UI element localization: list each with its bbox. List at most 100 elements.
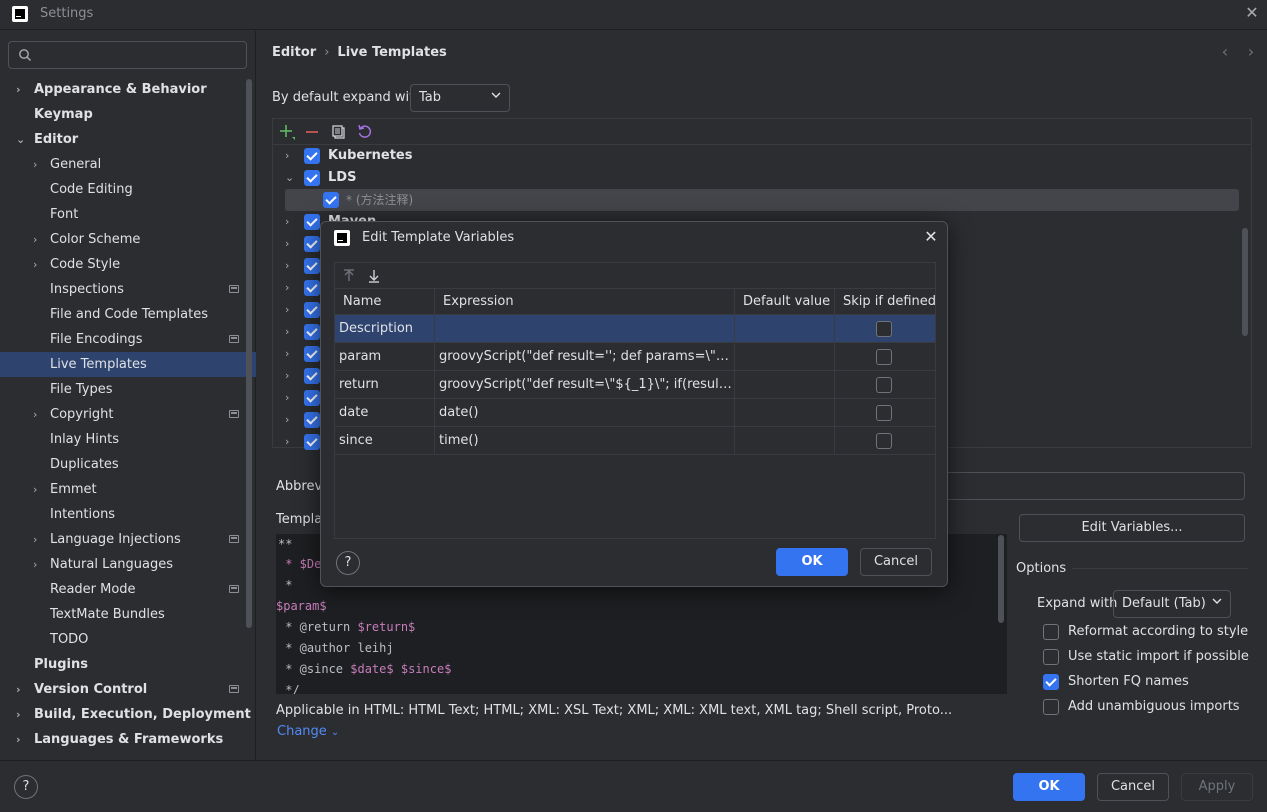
sidebar-item-code-editing[interactable]: Code Editing — [0, 177, 256, 202]
template-group-checkbox[interactable] — [304, 148, 320, 164]
forward-arrow-icon[interactable]: › — [1243, 42, 1259, 62]
sidebar-item-copyright[interactable]: › Copyright — [0, 402, 256, 427]
breadcrumb-parent[interactable]: Editor — [272, 45, 316, 60]
template-group-checkbox[interactable] — [304, 280, 320, 296]
sidebar-item-language-injections[interactable]: › Language Injections — [0, 527, 256, 552]
help-button[interactable]: ? — [14, 775, 38, 799]
sidebar-item-version-control[interactable]: › Version Control — [0, 677, 256, 702]
template-group-checkbox[interactable] — [304, 214, 320, 230]
back-arrow-icon[interactable]: ‹ — [1217, 42, 1233, 62]
shorten-fq-checkbox[interactable] — [1043, 674, 1059, 690]
variable-row-since[interactable]: since time() — [335, 427, 935, 455]
restore-icon[interactable] — [356, 123, 374, 141]
sidebar-item-todo[interactable]: TODO — [0, 627, 256, 652]
variable-expression[interactable]: groovyScript("def result=\"${_1}\"; if(r… — [435, 371, 735, 399]
template-group-kubernetes[interactable]: › Kubernetes — [273, 145, 1251, 167]
column-header-default-value[interactable]: Default value — [735, 289, 835, 315]
skip-if-defined-checkbox[interactable] — [876, 377, 892, 393]
templates-scrollbar[interactable] — [1242, 228, 1248, 336]
variable-default[interactable] — [735, 315, 835, 343]
sidebar-item-natural-languages[interactable]: › Natural Languages — [0, 552, 256, 577]
expand-with-select[interactable]: Tab — [410, 84, 510, 112]
template-group-checkbox[interactable] — [304, 236, 320, 252]
add-icon[interactable] — [278, 123, 296, 141]
skip-if-defined-checkbox[interactable] — [876, 433, 892, 449]
cancel-button[interactable]: Cancel — [1097, 773, 1169, 801]
ok-button[interactable]: OK — [1013, 773, 1085, 801]
sidebar-item-editor[interactable]: ⌄ Editor — [0, 127, 256, 152]
sidebar-item-code-style[interactable]: › Code Style — [0, 252, 256, 277]
variable-default[interactable] — [735, 371, 835, 399]
variable-name[interactable]: param — [335, 343, 435, 371]
variable-default[interactable] — [735, 427, 835, 455]
template-group-checkbox[interactable] — [304, 368, 320, 384]
template-group-checkbox[interactable] — [304, 258, 320, 274]
variable-default[interactable] — [735, 399, 835, 427]
dialog-cancel-button[interactable]: Cancel — [860, 548, 932, 576]
dialog-ok-button[interactable]: OK — [776, 548, 848, 576]
editor-scrollbar[interactable] — [998, 535, 1004, 623]
edit-variables-button[interactable]: Edit Variables... — [1019, 514, 1245, 542]
skip-if-defined-checkbox[interactable] — [876, 405, 892, 421]
close-icon[interactable]: ✕ — [921, 227, 941, 247]
sidebar-item-languages-frameworks[interactable]: › Languages & Frameworks — [0, 727, 256, 752]
sidebar-item-intentions[interactable]: Intentions — [0, 502, 256, 527]
dialog-help-button[interactable]: ? — [336, 551, 360, 575]
skip-if-defined-checkbox[interactable] — [876, 349, 892, 365]
template-group-checkbox[interactable] — [304, 302, 320, 318]
variable-name[interactable]: date — [335, 399, 435, 427]
move-up-icon[interactable] — [340, 267, 358, 285]
sidebar-item-build-execution[interactable]: › Build, Execution, Deployment — [0, 702, 256, 727]
sidebar-item-file-types[interactable]: File Types — [0, 377, 256, 402]
template-item-method-comment[interactable]: * (方法注释) — [285, 189, 1239, 211]
variable-expression[interactable]: date() — [435, 399, 735, 427]
template-group-checkbox[interactable] — [304, 324, 320, 340]
sidebar-item-inspections[interactable]: Inspections — [0, 277, 256, 302]
variable-expression[interactable]: groovyScript("def result=''; def params=… — [435, 343, 735, 371]
template-group-checkbox[interactable] — [304, 170, 320, 186]
sidebar-item-file-code-templates[interactable]: File and Code Templates — [0, 302, 256, 327]
sidebar-item-plugins[interactable]: Plugins — [0, 652, 256, 677]
template-group-lds[interactable]: ⌄ LDS — [273, 167, 1251, 189]
column-header-skip-if-defined[interactable]: Skip if defined — [835, 289, 936, 315]
static-import-checkbox[interactable] — [1043, 649, 1059, 665]
sidebar-item-reader-mode[interactable]: Reader Mode — [0, 577, 256, 602]
sidebar-item-emmet[interactable]: › Emmet — [0, 477, 256, 502]
sidebar-scrollbar[interactable] — [246, 79, 252, 628]
variable-name[interactable]: since — [335, 427, 435, 455]
sidebar-item-appearance-behavior[interactable]: › Appearance & Behavior — [0, 77, 256, 102]
template-group-checkbox[interactable] — [304, 390, 320, 406]
skip-if-defined-checkbox[interactable] — [876, 321, 892, 337]
variable-name[interactable]: Description — [335, 315, 435, 343]
settings-search-input[interactable] — [8, 41, 247, 69]
remove-icon[interactable] — [304, 123, 322, 141]
column-header-name[interactable]: Name — [335, 289, 435, 315]
template-group-checkbox[interactable] — [304, 412, 320, 428]
variable-row-return[interactable]: return groovyScript("def result=\"${_1}\… — [335, 371, 935, 399]
sidebar-item-color-scheme[interactable]: › Color Scheme — [0, 227, 256, 252]
template-item-checkbox[interactable] — [323, 192, 339, 208]
column-header-expression[interactable]: Expression — [435, 289, 735, 315]
unambiguous-imports-checkbox[interactable] — [1043, 699, 1059, 715]
variable-row-param[interactable]: param groovyScript("def result=''; def p… — [335, 343, 935, 371]
sidebar-item-inlay-hints[interactable]: Inlay Hints — [0, 427, 256, 452]
move-down-icon[interactable] — [365, 267, 383, 285]
sidebar-item-font[interactable]: Font — [0, 202, 256, 227]
template-group-checkbox[interactable] — [304, 346, 320, 362]
reformat-checkbox[interactable] — [1043, 624, 1059, 640]
sidebar-item-file-encodings[interactable]: File Encodings — [0, 327, 256, 352]
variable-name[interactable]: return — [335, 371, 435, 399]
sidebar-item-keymap[interactable]: Keymap — [0, 102, 256, 127]
sidebar-item-duplicates[interactable]: Duplicates — [0, 452, 256, 477]
template-group-checkbox[interactable] — [304, 434, 320, 450]
copy-icon[interactable] — [330, 123, 348, 141]
variable-expression[interactable]: time() — [435, 427, 735, 455]
variable-expression[interactable] — [435, 315, 735, 343]
abbreviation-input[interactable] — [940, 472, 1245, 500]
sidebar-item-textmate-bundles[interactable]: TextMate Bundles — [0, 602, 256, 627]
variable-row-date[interactable]: date date() — [335, 399, 935, 427]
change-contexts-link[interactable]: Change ⌄ — [277, 724, 339, 739]
variable-row-description[interactable]: Description — [335, 315, 935, 343]
apply-button[interactable]: Apply — [1181, 773, 1253, 801]
sidebar-item-general[interactable]: › General — [0, 152, 256, 177]
